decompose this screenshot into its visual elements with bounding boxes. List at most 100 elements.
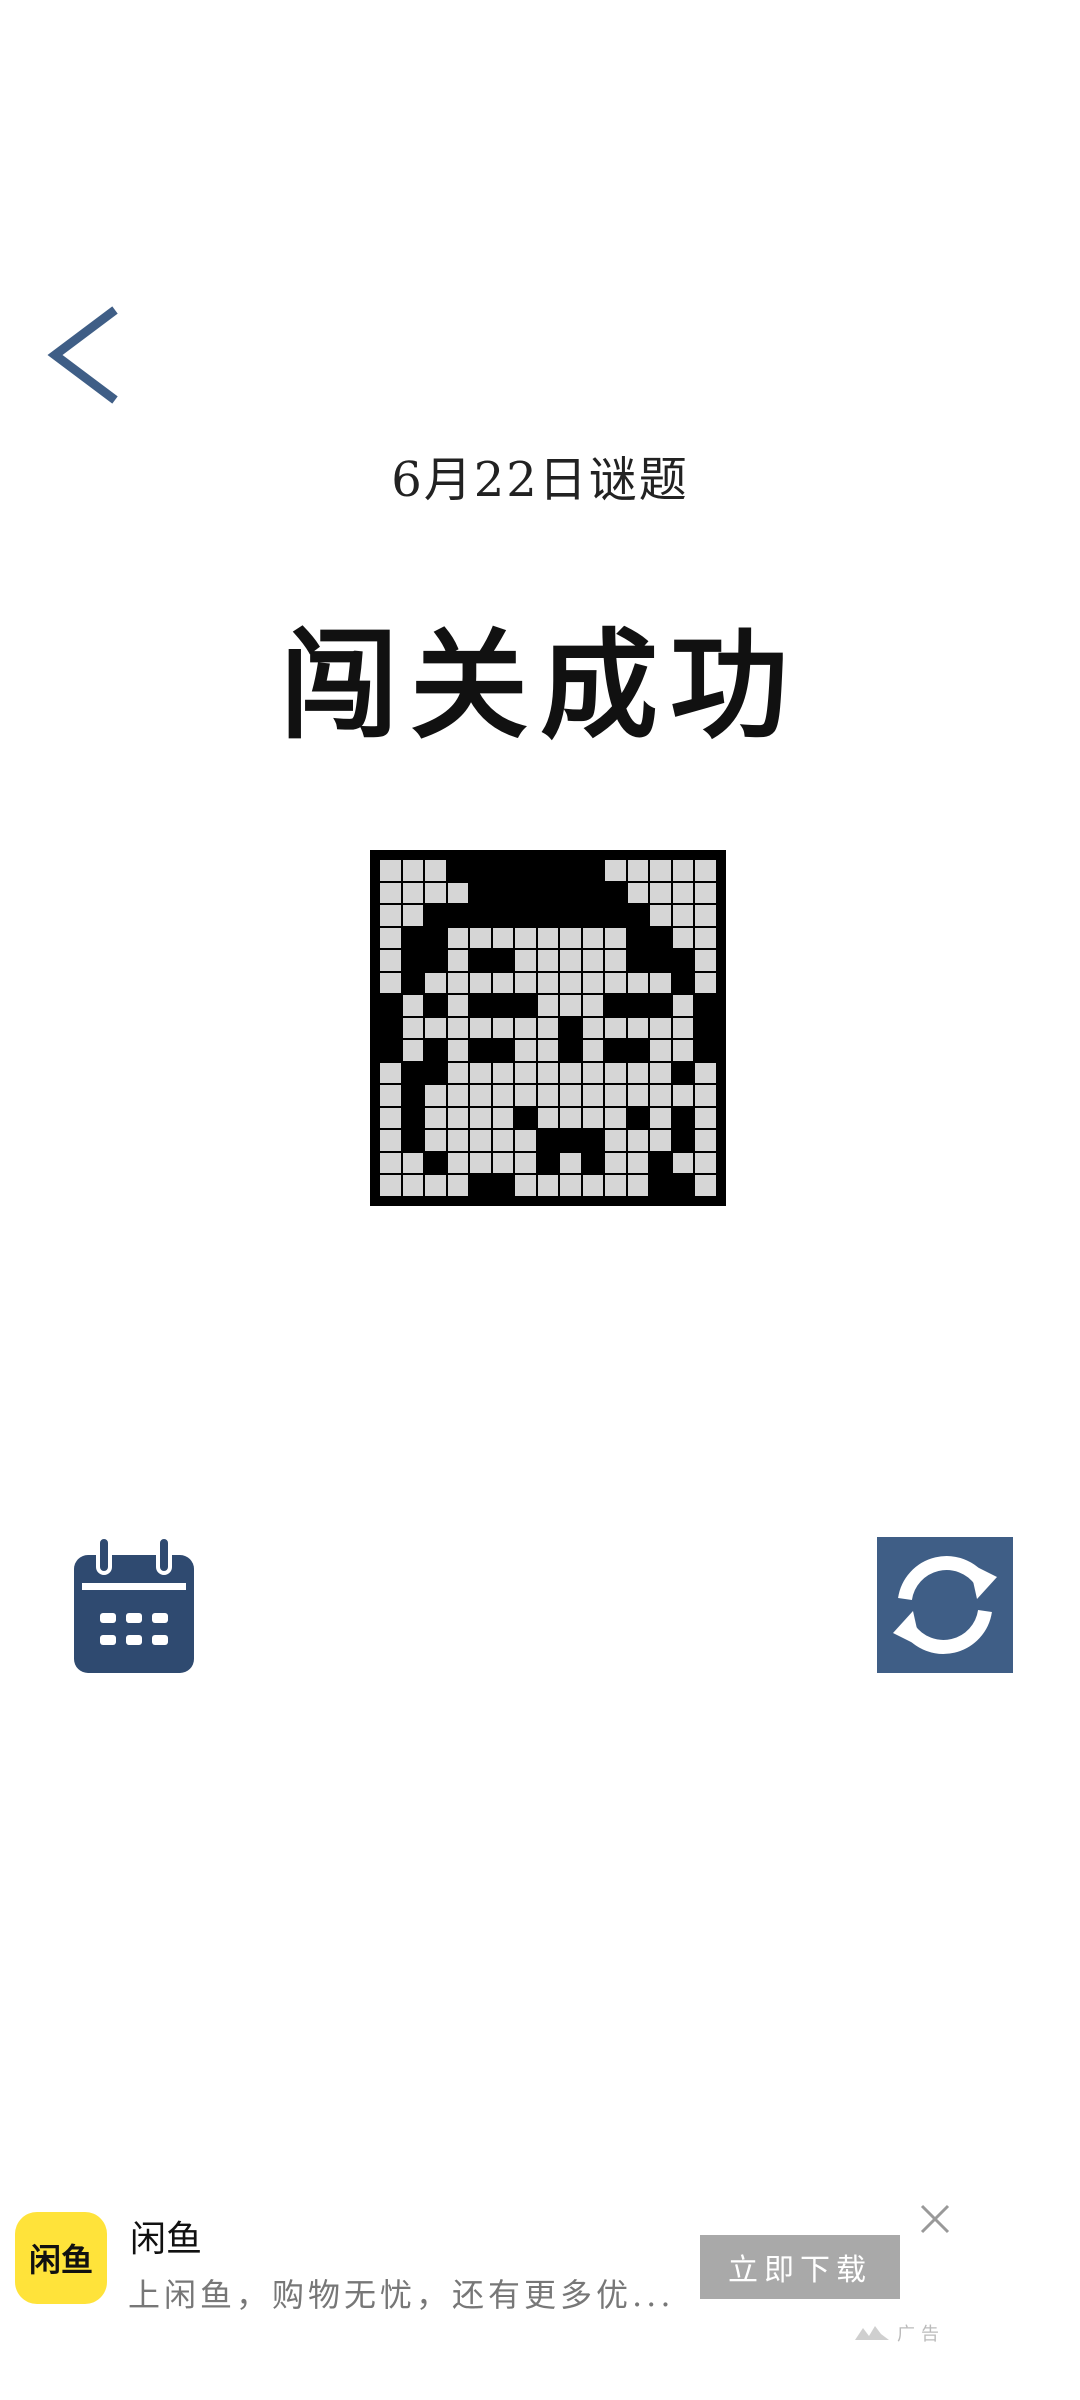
- grid-cell-empty: [537, 950, 559, 971]
- grid-cell-empty: [650, 905, 671, 926]
- grid-cell-filled: [492, 905, 514, 926]
- grid-cell-empty: [537, 1175, 559, 1196]
- grid-cell-filled: [470, 882, 491, 904]
- grid-cell-empty: [672, 927, 694, 949]
- grid-cell-empty: [560, 1085, 581, 1106]
- grid-cell-empty: [560, 972, 581, 994]
- grid-cell-filled: [380, 995, 401, 1016]
- grid-cell-empty: [402, 860, 424, 881]
- ad-banner[interactable]: 闲鱼 闲鱼 上闲鱼，购物无忧，还有更多优... 立即下载 广告: [0, 2180, 1080, 2360]
- grid-cell-filled: [582, 1130, 604, 1151]
- grid-cell-empty: [447, 1152, 469, 1174]
- ad-app-logo[interactable]: 闲鱼: [15, 2212, 107, 2304]
- grid-cell-empty: [470, 1107, 491, 1129]
- grid-cell-empty: [695, 972, 716, 994]
- grid-cell-empty: [537, 995, 559, 1016]
- puzzle-date-title: 6月22日谜题: [391, 452, 689, 508]
- grid-cell-empty: [537, 1017, 559, 1039]
- grid-cell-empty: [672, 1017, 694, 1039]
- grid-cell-empty: [425, 1017, 446, 1039]
- grid-cell-empty: [380, 1152, 401, 1174]
- grid-cell-filled: [402, 1085, 424, 1106]
- grid-cell-empty: [627, 1175, 649, 1196]
- grid-cell-empty: [402, 1152, 424, 1174]
- grid-cell-filled: [425, 1040, 446, 1061]
- grid-cell-filled: [402, 1130, 424, 1151]
- grid-cell-filled: [582, 905, 604, 926]
- ad-description: 上闲鱼，购物无忧，还有更多优...: [128, 2276, 675, 2314]
- grid-cell-empty: [650, 882, 671, 904]
- grid-cell-filled: [560, 882, 581, 904]
- ad-label-text: 广告: [897, 2324, 945, 2345]
- grid-cell-filled: [515, 882, 536, 904]
- grid-cell-empty: [695, 1107, 716, 1129]
- grid-cell-empty: [582, 1085, 604, 1106]
- grid-cell-empty: [650, 1085, 671, 1106]
- grid-cell-empty: [650, 1040, 671, 1061]
- grid-cell-filled: [605, 882, 626, 904]
- grid-cell-empty: [627, 1085, 649, 1106]
- grid-cell-empty: [582, 1040, 604, 1061]
- grid-cell-filled: [605, 995, 626, 1016]
- grid-cell-filled: [470, 1175, 491, 1196]
- grid-cell-empty: [425, 860, 446, 881]
- grid-cell-filled: [515, 905, 536, 926]
- grid-cell-empty: [560, 1152, 581, 1174]
- grid-cell-empty: [695, 1130, 716, 1151]
- grid-cell-filled: [470, 905, 491, 926]
- grid-cell-empty: [447, 950, 469, 971]
- grid-cell-empty: [582, 927, 604, 949]
- grid-cell-filled: [650, 950, 671, 971]
- grid-cell-filled: [627, 995, 649, 1016]
- grid-cell-filled: [650, 995, 671, 1016]
- calendar-button[interactable]: [72, 1535, 196, 1675]
- grid-cell-empty: [515, 1175, 536, 1196]
- grid-cell-empty: [380, 1130, 401, 1151]
- grid-cell-filled: [627, 927, 649, 949]
- grid-cell-empty: [380, 972, 401, 994]
- grid-cell-empty: [605, 1175, 626, 1196]
- grid-cell-filled: [582, 1152, 604, 1174]
- grid-cell-empty: [582, 1175, 604, 1196]
- ad-close-button[interactable]: [918, 2202, 952, 2236]
- grid-cell-empty: [627, 1017, 649, 1039]
- grid-cell-empty: [470, 1130, 491, 1151]
- grid-cell-filled: [695, 995, 716, 1016]
- grid-cell-filled: [560, 1130, 581, 1151]
- grid-cell-filled: [515, 995, 536, 1016]
- grid-cell-empty: [447, 972, 469, 994]
- back-button[interactable]: [40, 300, 140, 410]
- grid-cell-empty: [650, 860, 671, 881]
- grid-cell-filled: [515, 1107, 536, 1129]
- grid-cell-empty: [695, 882, 716, 904]
- grid-cell-empty: [672, 1152, 694, 1174]
- grid-cell-empty: [605, 1107, 626, 1129]
- grid-cell-empty: [402, 905, 424, 926]
- grid-cell-empty: [672, 860, 694, 881]
- grid-cell-empty: [605, 860, 626, 881]
- grid-cell-filled: [537, 1152, 559, 1174]
- grid-cell-filled: [605, 905, 626, 926]
- calendar-icon: [74, 1535, 194, 1673]
- ad-download-button[interactable]: 立即下载: [700, 2235, 900, 2299]
- grid-cell-empty: [425, 882, 446, 904]
- grid-cell-empty: [380, 905, 401, 926]
- grid-cell-empty: [492, 1130, 514, 1151]
- grid-cell-empty: [380, 950, 401, 971]
- grid-cell-empty: [425, 1175, 446, 1196]
- grid-cell-empty: [650, 1130, 671, 1151]
- grid-cell-empty: [560, 950, 581, 971]
- grid-cell-filled: [492, 882, 514, 904]
- grid-cell-empty: [605, 1017, 626, 1039]
- grid-cell-empty: [515, 1152, 536, 1174]
- grid-cell-empty: [627, 972, 649, 994]
- grid-cell-empty: [470, 1085, 491, 1106]
- grid-cell-empty: [515, 1085, 536, 1106]
- grid-cell-empty: [515, 1040, 536, 1061]
- refresh-button[interactable]: [877, 1537, 1013, 1673]
- grid-cell-empty: [492, 1062, 514, 1084]
- grid-cell-filled: [402, 927, 424, 949]
- puzzle-grid: [380, 860, 716, 1196]
- grid-cell-empty: [605, 927, 626, 949]
- grid-cell-filled: [695, 1040, 716, 1061]
